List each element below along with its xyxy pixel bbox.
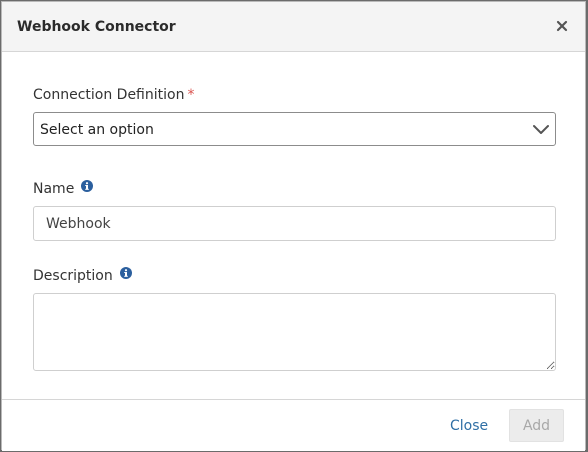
dialog-footer: Close Add [2,399,585,451]
close-x-icon[interactable] [555,19,569,33]
connection-definition-label-text: Connection Definition [33,87,185,103]
required-marker: * [187,87,195,103]
dialog-title: Webhook Connector [17,19,176,35]
connection-definition-selected-value: Select an option [40,122,154,138]
name-label: Name [33,180,94,198]
description-textarea[interactable] [33,293,556,371]
connection-definition-select[interactable]: Select an option [33,112,556,146]
description-label-text: Description [33,268,113,284]
name-input[interactable] [33,206,556,241]
connection-definition-label: Connection Definition * [33,86,194,104]
dialog-header: Webhook Connector [2,2,585,52]
description-label: Description [33,267,132,285]
close-button[interactable]: Close [450,417,488,435]
add-button[interactable]: Add [509,409,564,442]
info-icon[interactable] [119,267,132,279]
info-icon[interactable] [81,180,94,192]
chevron-down-icon [533,125,549,134]
webhook-connector-dialog: Webhook Connector Connection Definition *… [1,1,586,451]
name-label-text: Name [33,181,75,197]
